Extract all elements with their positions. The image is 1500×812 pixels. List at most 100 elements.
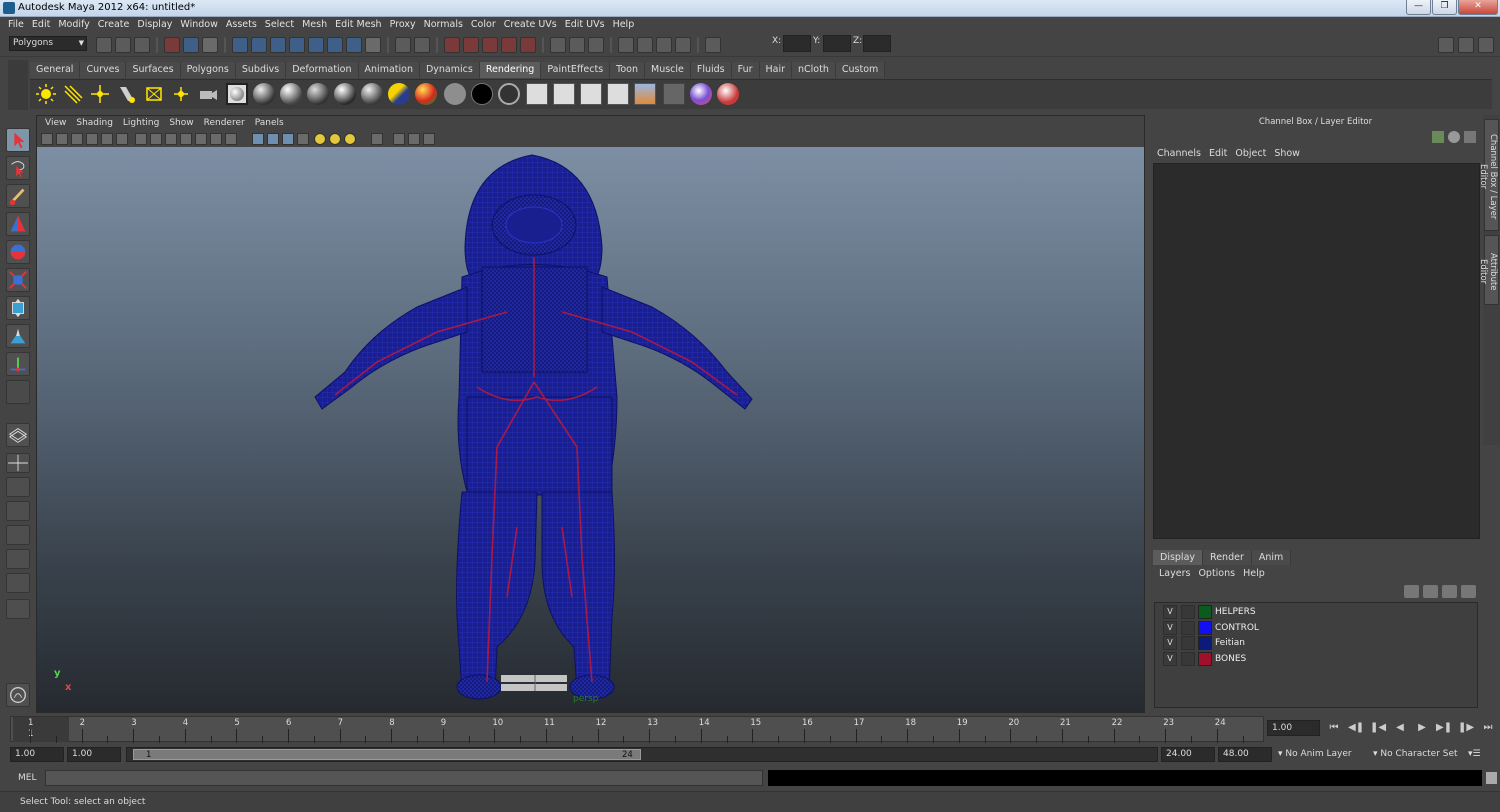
menu-mesh[interactable]: Mesh xyxy=(298,17,331,33)
mental-ray-icon[interactable] xyxy=(690,83,712,105)
save-scene-icon[interactable] xyxy=(134,37,150,53)
minimize-button[interactable]: — xyxy=(1406,0,1431,15)
select-curves-icon[interactable] xyxy=(270,37,286,53)
snap-curve-icon[interactable] xyxy=(463,37,479,53)
panel-menu-view[interactable]: View xyxy=(40,116,71,131)
restore-button[interactable]: ❐ xyxy=(1432,0,1457,15)
shelf-tab-general[interactable]: General xyxy=(30,62,81,78)
volume-light-icon[interactable] xyxy=(170,83,192,105)
shelf-options-strip[interactable] xyxy=(8,60,28,110)
snap-grid-icon[interactable] xyxy=(444,37,460,53)
step-forward-frame-icon[interactable]: ❚▶ xyxy=(1458,721,1474,735)
go-to-end-icon[interactable]: ⏭ xyxy=(1480,721,1496,735)
move-tool-icon[interactable] xyxy=(6,212,30,236)
render-view-icon[interactable] xyxy=(618,37,634,53)
history-icon[interactable] xyxy=(550,37,566,53)
layer-tab-render[interactable]: Render xyxy=(1203,550,1252,565)
menu-display[interactable]: Display xyxy=(133,17,176,33)
shadows-icon[interactable] xyxy=(344,133,356,145)
film-gate-icon[interactable] xyxy=(116,133,128,145)
x-field[interactable] xyxy=(783,35,811,52)
layer-row[interactable]: V CONTROL xyxy=(1157,621,1475,636)
channel-box-menu-object[interactable]: Object xyxy=(1231,148,1270,159)
shelf-tab-dynamics[interactable]: Dynamics xyxy=(419,62,480,78)
shelf-tab-curves[interactable]: Curves xyxy=(80,62,127,78)
layer-display-type-toggle[interactable] xyxy=(1181,621,1195,635)
play-forwards-icon[interactable]: ▶ xyxy=(1414,721,1430,735)
layer-display-type-toggle[interactable] xyxy=(1181,636,1195,650)
layer-row[interactable]: V BONES xyxy=(1157,652,1475,667)
menu-select[interactable]: Select xyxy=(261,17,298,33)
layer-display-type-toggle[interactable] xyxy=(1181,605,1195,619)
toggle-channel-box-icon[interactable] xyxy=(1478,37,1494,53)
playback-start-field[interactable]: 1.00 xyxy=(67,747,121,762)
panel-menu-panels[interactable]: Panels xyxy=(250,116,289,131)
layer-color-swatch[interactable] xyxy=(1198,605,1212,619)
resolution-gate-icon[interactable] xyxy=(135,133,147,145)
use-default-light-icon[interactable] xyxy=(314,133,326,145)
step-back-key-icon[interactable]: ❚◀ xyxy=(1370,721,1386,735)
wireframe-on-shaded-icon[interactable] xyxy=(282,133,294,145)
time-slider[interactable]: 1 12345678910111213141516171819202122232… xyxy=(10,716,1264,743)
go-to-start-icon[interactable]: ⏮ xyxy=(1326,721,1342,735)
shelf-tab-ncloth[interactable]: nCloth xyxy=(792,62,836,78)
layer-color-swatch[interactable] xyxy=(1198,652,1212,666)
camera-attributes-icon[interactable] xyxy=(56,133,68,145)
menu-edit-uvs[interactable]: Edit UVs xyxy=(561,17,609,33)
single-pane-layout-icon[interactable] xyxy=(6,423,30,447)
use-all-lights-icon[interactable] xyxy=(329,133,341,145)
layer-color-swatch[interactable] xyxy=(1198,636,1212,650)
select-dynamics-icon[interactable] xyxy=(327,37,343,53)
textured-icon[interactable] xyxy=(297,133,309,145)
layer-visibility-toggle[interactable]: V xyxy=(1163,605,1177,619)
select-by-component-icon[interactable] xyxy=(202,37,218,53)
ipr-render-icon[interactable] xyxy=(656,37,672,53)
select-by-object-icon[interactable] xyxy=(183,37,199,53)
shelf-tab-polygons[interactable]: Polygons xyxy=(180,62,236,78)
step-forward-key-icon[interactable]: ▶❚ xyxy=(1436,721,1452,735)
layer-row[interactable]: V HELPERS xyxy=(1157,605,1475,620)
input-mode-icon[interactable] xyxy=(705,37,721,53)
toggle-attribute-editor-icon[interactable] xyxy=(1438,37,1454,53)
batch-render-icon[interactable] xyxy=(663,83,685,105)
lasso-tool-icon[interactable] xyxy=(6,156,30,180)
paint-tool-icon[interactable] xyxy=(717,83,739,105)
menu-window[interactable]: Window xyxy=(176,17,221,33)
input-output-icon[interactable] xyxy=(588,37,604,53)
layer-display-type-toggle[interactable] xyxy=(1181,652,1195,666)
layer-visibility-toggle[interactable]: V xyxy=(1163,621,1177,635)
rotate-tool-icon[interactable] xyxy=(6,240,30,264)
hypershade-icon[interactable] xyxy=(634,83,656,105)
phonge-shader-icon[interactable] xyxy=(334,83,356,105)
persp-outliner-layout-icon[interactable] xyxy=(6,477,30,497)
select-tool-icon[interactable] xyxy=(6,128,30,152)
shelf-tab-toon[interactable]: Toon xyxy=(610,62,645,78)
toggle-tool-settings-icon[interactable] xyxy=(1458,37,1474,53)
xray-icon[interactable] xyxy=(210,133,222,145)
menu-help[interactable]: Help xyxy=(609,17,639,33)
persp-trax-layout-icon[interactable] xyxy=(6,573,30,593)
universal-manipulator-icon[interactable] xyxy=(6,296,30,320)
xray-active-icon[interactable] xyxy=(408,133,420,145)
range-slider-bar[interactable]: 1 24 xyxy=(133,749,641,760)
select-by-hierarchy-icon[interactable] xyxy=(164,37,180,53)
side-tab-channel-box[interactable]: Channel Box / Layer Editor xyxy=(1478,119,1499,231)
select-handles-icon[interactable] xyxy=(232,37,248,53)
spot-light-icon[interactable] xyxy=(116,83,138,105)
layer-tab-display[interactable]: Display xyxy=(1153,550,1204,565)
menu-create-uvs[interactable]: Create UVs xyxy=(500,17,561,33)
mel-label[interactable]: MEL xyxy=(18,773,36,783)
step-back-frame-icon[interactable]: ◀❚ xyxy=(1348,721,1364,735)
layered-shader-icon[interactable] xyxy=(388,83,410,105)
persp-graph-layout-icon[interactable] xyxy=(6,501,30,521)
highlight-selection-icon[interactable] xyxy=(414,37,430,53)
wireframe-icon[interactable] xyxy=(252,133,264,145)
play-backwards-icon[interactable]: ◀ xyxy=(1392,721,1408,735)
layer-visibility-toggle[interactable]: V xyxy=(1163,652,1177,666)
isolate-select-icon[interactable] xyxy=(371,133,383,145)
surface-shader-icon[interactable] xyxy=(444,83,466,105)
menu-create[interactable]: Create xyxy=(94,17,134,33)
channel-box-menu-show[interactable]: Show xyxy=(1270,148,1304,159)
panel-menu-renderer[interactable]: Renderer xyxy=(199,116,250,131)
channel-box-menu-edit[interactable]: Edit xyxy=(1205,148,1231,159)
